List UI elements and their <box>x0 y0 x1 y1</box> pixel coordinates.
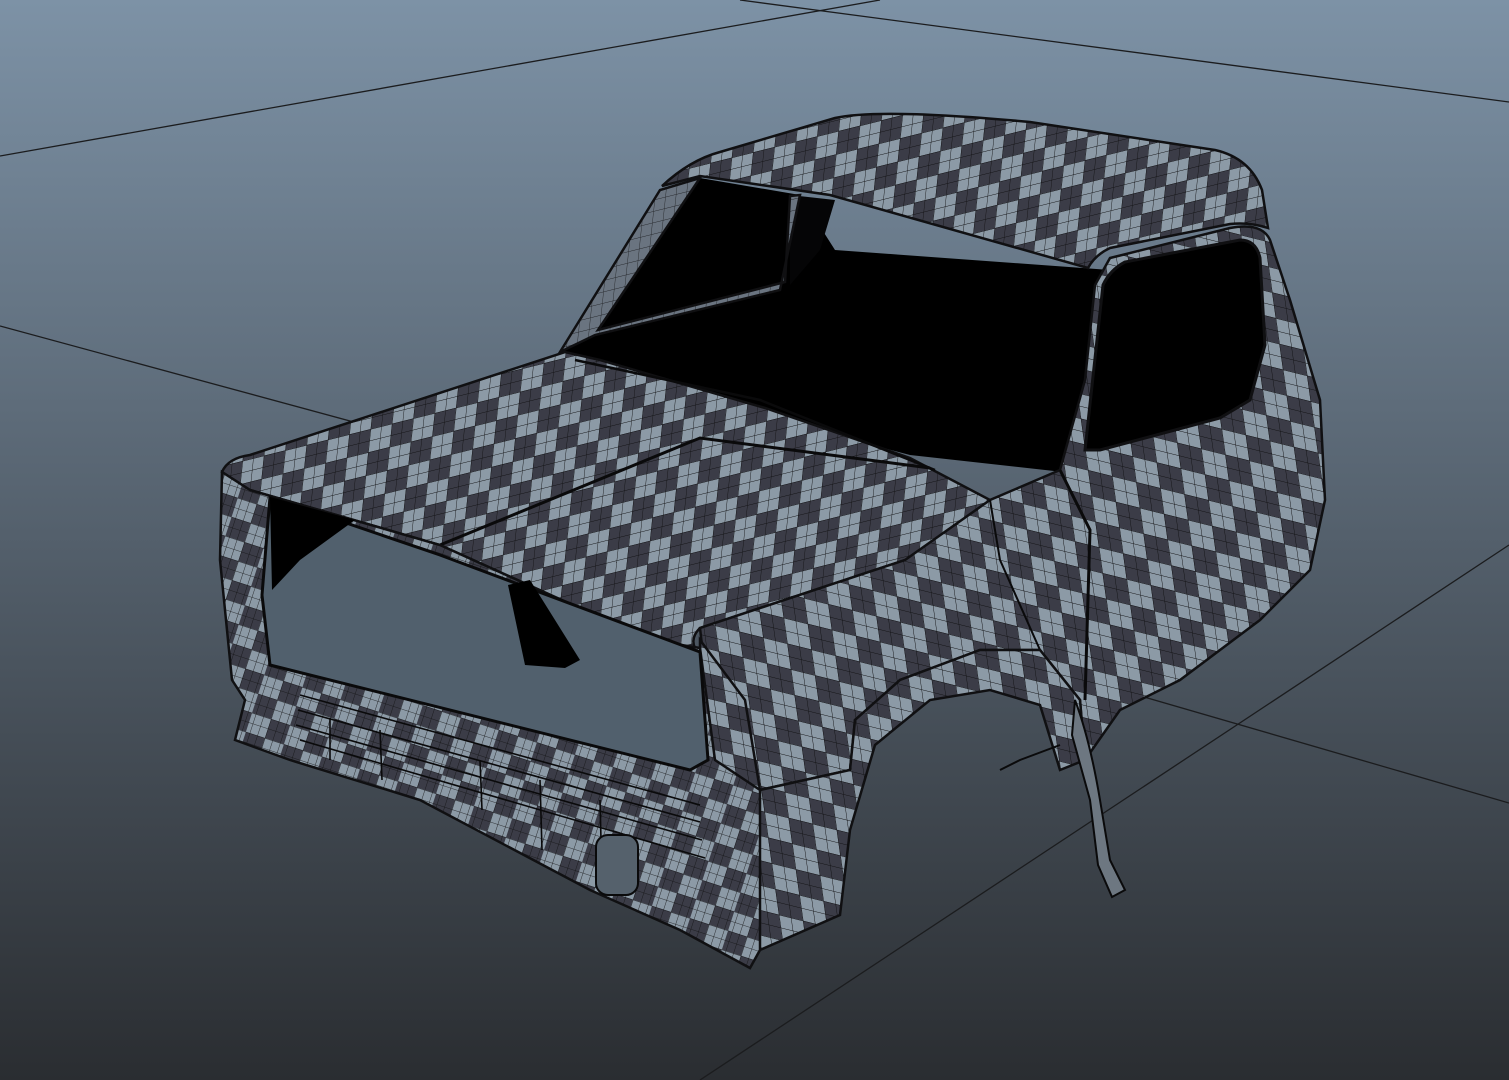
3d-viewport[interactable] <box>0 0 1509 1080</box>
viewport-canvas <box>0 0 1509 1080</box>
headlight-bucket <box>595 834 639 896</box>
